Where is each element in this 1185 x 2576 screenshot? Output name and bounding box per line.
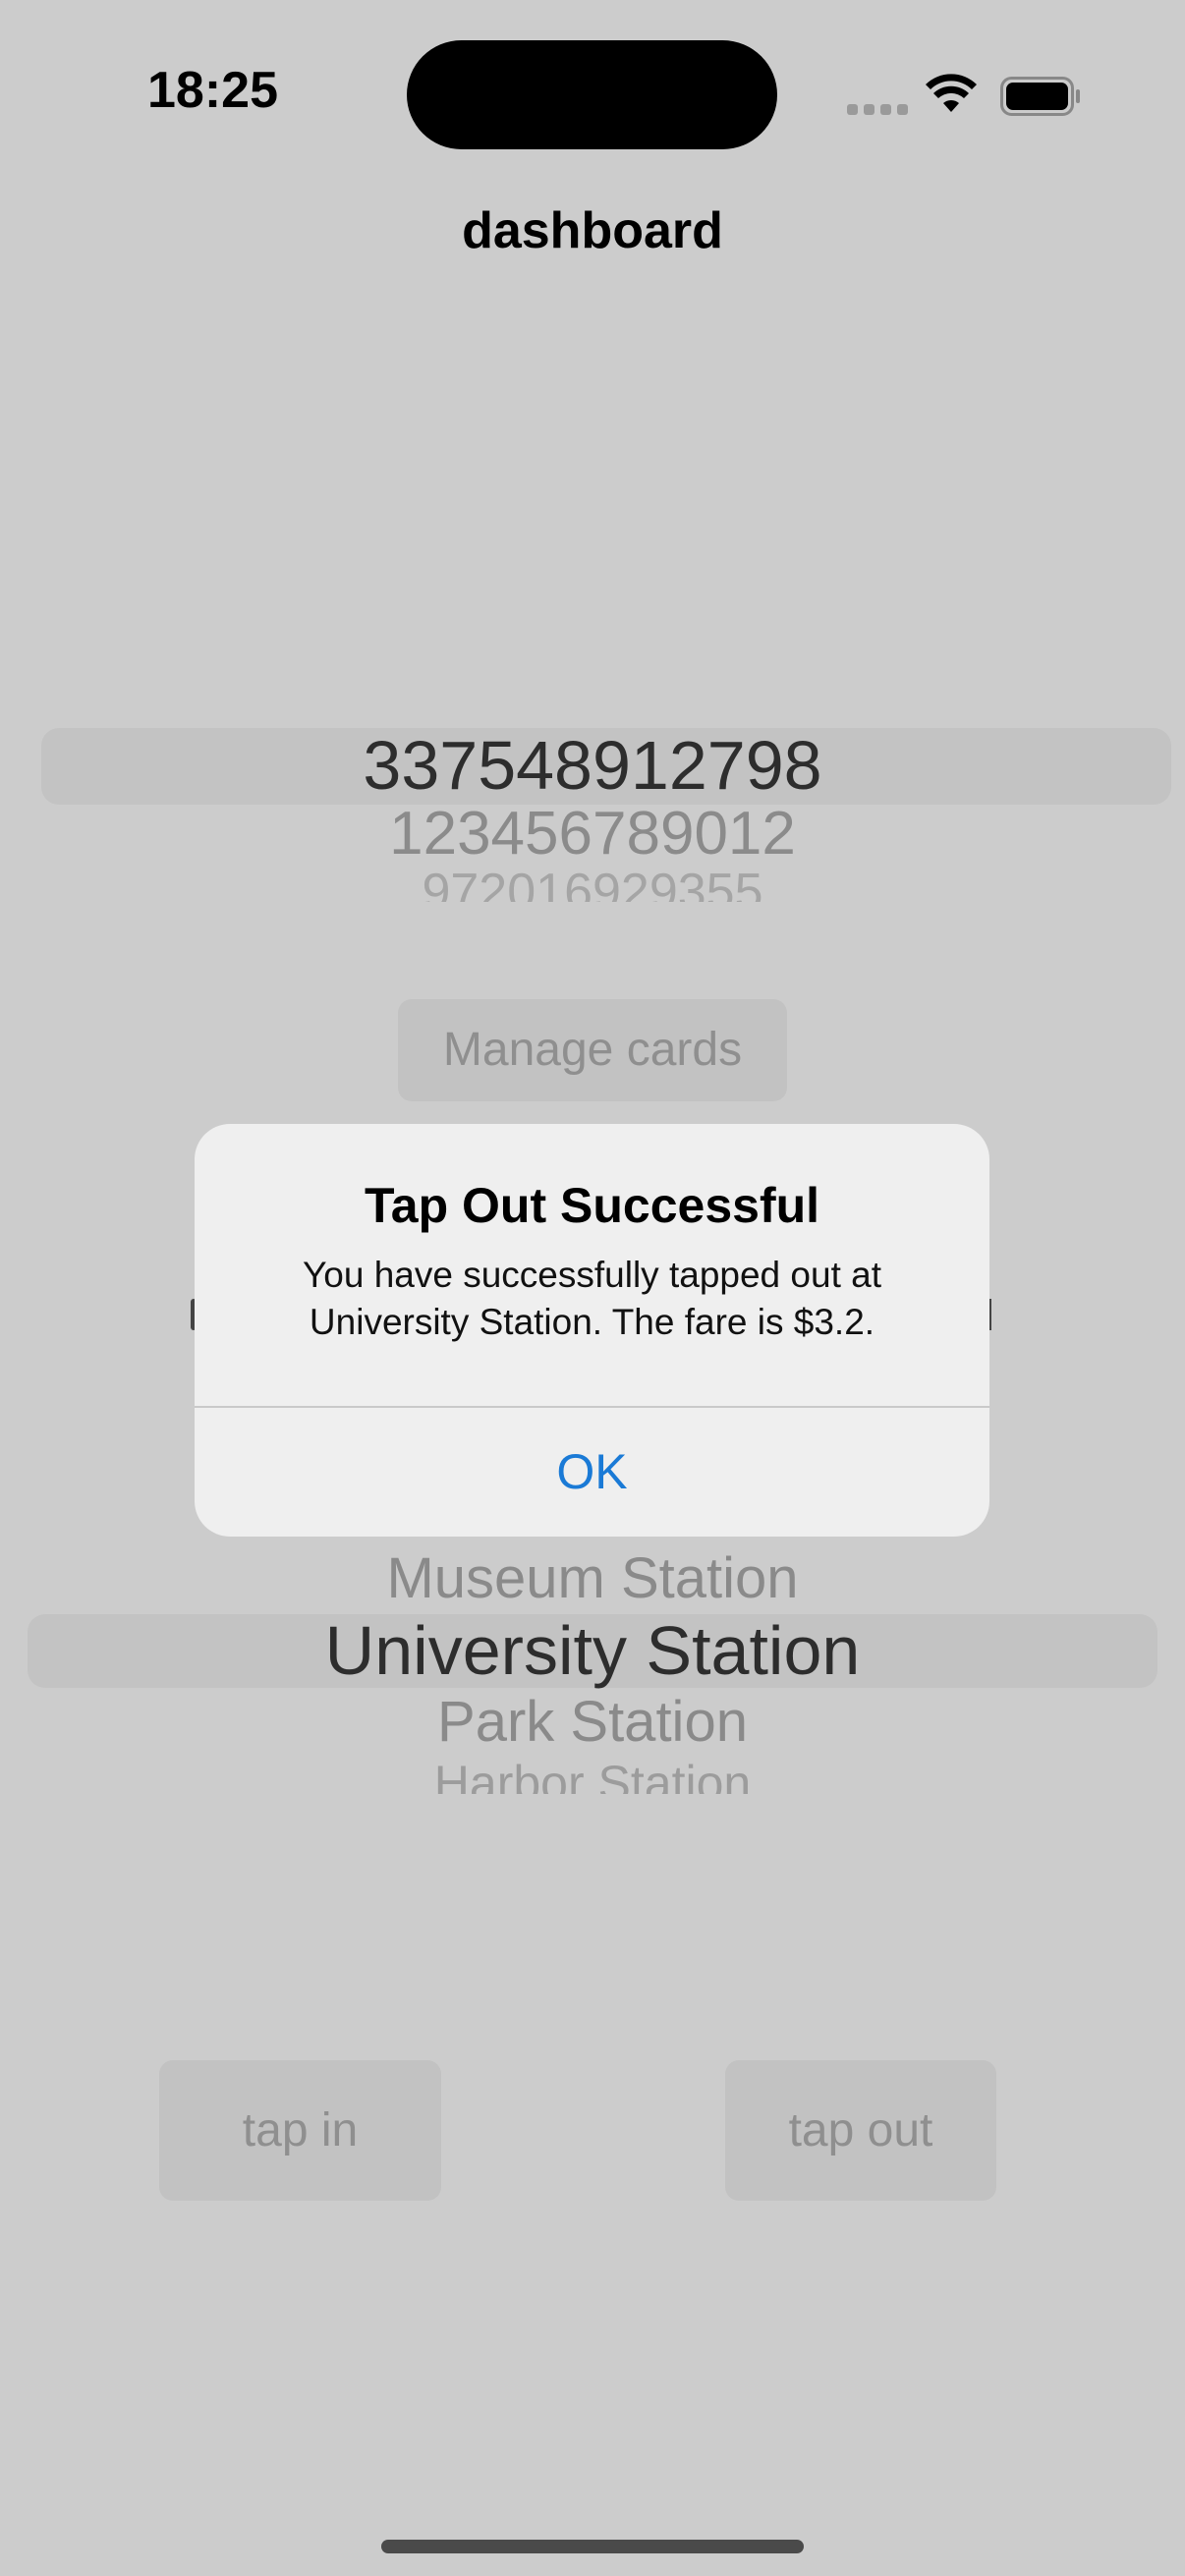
dynamic-island [407,40,777,149]
cellular-signal-icon [847,102,914,120]
alert-message: You have successfully tapped out at Univ… [303,1255,881,1342]
wifi-icon [926,74,977,112]
alert-dialog: Tap Out Successful You have successfully… [195,1124,989,1537]
status-time: 18:25 [147,62,278,119]
card-picker-selected-item[interactable]: 337548912798 [0,724,1185,807]
station-picker-item[interactable]: Park Station [0,1690,1185,1755]
card-picker-item[interactable]: 123456789012 [0,800,1185,868]
station-picker-selected-item[interactable]: University Station [0,1609,1185,1692]
alert-ok-button[interactable]: OK [195,1408,989,1537]
tap-in-button[interactable]: tap in [159,2060,441,2201]
page-title: dashboard [462,202,723,259]
battery-icon [1000,77,1080,116]
station-picker-item[interactable]: Museum Station [0,1546,1185,1611]
home-indicator[interactable] [381,2540,804,2553]
tap-out-button[interactable]: tap out [725,2060,996,2201]
station-picker-item[interactable]: Harbor Station [0,1755,1185,1794]
alert-title: Tap Out Successful [364,1178,820,1233]
manage-cards-button[interactable]: Manage cards [398,999,787,1101]
card-picker-item[interactable]: 972016929355 [0,863,1185,902]
